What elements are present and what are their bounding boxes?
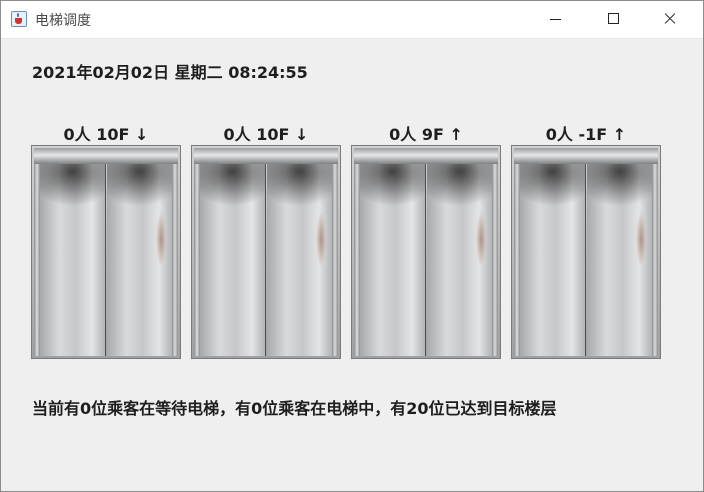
elevator-4-status: 0人 -1F ↑ xyxy=(545,125,627,144)
elevator-door-right xyxy=(107,164,172,356)
elevator-door-left xyxy=(40,164,106,356)
elevator-2-status: 0人 10F ↓ xyxy=(223,125,309,144)
maximize-icon xyxy=(608,13,619,24)
elevator-4-doors xyxy=(511,145,661,359)
elevator-3-status: 0人 9F ↑ xyxy=(389,125,463,144)
datetime-display: 2021年02月02日 星期二 08:24:55 xyxy=(32,63,308,82)
minimize-button[interactable] xyxy=(533,1,579,38)
app-window: 电梯调度 2021年02月02日 星期二 08:24:55 0人 10F ↓ 0… xyxy=(0,0,704,492)
elevator-door-right xyxy=(427,164,492,356)
elevator-1-doors xyxy=(31,145,181,359)
close-button[interactable] xyxy=(647,1,693,38)
elevator-door-left xyxy=(520,164,586,356)
elevator-door-right xyxy=(267,164,332,356)
elevator-1-status: 0人 10F ↓ xyxy=(63,125,149,144)
elevator-door-left xyxy=(360,164,426,356)
elevator-3-doors xyxy=(351,145,501,359)
title-bar[interactable]: 电梯调度 xyxy=(1,1,703,39)
minimize-icon xyxy=(550,19,561,20)
elevator-2-doors xyxy=(191,145,341,359)
passenger-status: 当前有0位乘客在等待电梯，有0位乘客在电梯中，有20位已达到目标楼层 xyxy=(32,399,557,418)
java-coffee-cup-icon xyxy=(11,11,27,27)
elevator-door-right xyxy=(587,164,652,356)
maximize-button[interactable] xyxy=(591,1,637,38)
elevator-door-left xyxy=(200,164,266,356)
window-title: 电梯调度 xyxy=(35,13,91,29)
